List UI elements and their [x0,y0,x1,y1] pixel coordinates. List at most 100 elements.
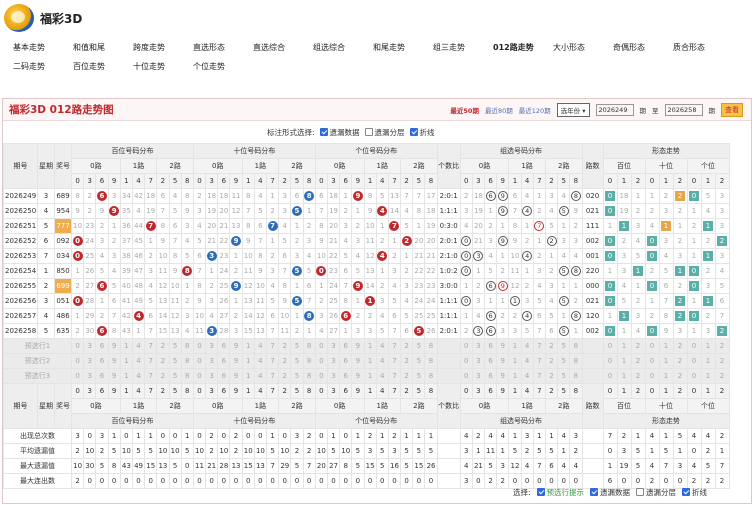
nav-item[interactable]: 和尾走势 [373,42,433,61]
stat-value: 4 [520,458,534,474]
form-marker: 0 [605,296,615,306]
missing-value: 23 [424,278,438,294]
option-missing-data[interactable]: 遗漏数据 [319,127,360,138]
nav-item[interactable]: 质合形态 [673,42,733,61]
preselect-digit: 0 [314,368,328,384]
stat-value: 2 [205,443,219,459]
option-label: 折线 [419,128,435,137]
preselect-digit: 7 [265,338,280,354]
col-lushu: 路数 [581,143,604,189]
ratio-cell: 0:3:0 [436,218,461,234]
missing-value: 1 [557,278,571,294]
checkbox-icon[interactable] [636,488,645,496]
form-marker: 1 [633,266,643,276]
checkbox-icon[interactable] [409,128,418,136]
missing-value: 2 [265,248,280,264]
cell: 5 [290,203,304,219]
digit-header: 3 [83,383,97,399]
nav-item[interactable]: 百位走势 [73,61,133,80]
stat-value: 1 [496,443,510,459]
nav-item[interactable]: 奇偶形态 [613,42,673,61]
nav-item[interactable]: 大小形态 [553,42,613,61]
stat-value: 28 [217,458,231,474]
checkbox-icon[interactable] [590,488,599,496]
missing-value: 22 [412,263,426,279]
digit-header: 0 [459,173,473,189]
missing-value: 1 [471,263,486,279]
road-label: 0路 [192,398,243,414]
stat-value: 0 [168,473,182,489]
range-recent-50[interactable]: 最近50期 [450,105,479,115]
footer-option-preselect[interactable]: 预选行提示 [536,487,584,498]
nav-item[interactable]: 和值和尾 [73,42,133,61]
range-recent-120[interactable]: 最近120期 [519,105,551,115]
week-cell: 4 [37,308,55,324]
missing-value: 2 [532,203,546,219]
missing-value: 12 [229,203,243,219]
drawn-ball: 4 [377,251,388,261]
stat-value: 4 [496,428,510,444]
range-recent-80[interactable]: 最近80期 [485,105,513,115]
cell: 0 [459,248,473,264]
nav-item[interactable]: 跨度走势 [133,42,193,61]
drawn-ball: 6 [96,281,107,291]
preselect-digit: 7 [144,338,158,354]
stat-value: 3 [95,428,109,444]
preselect-digit: 6 [339,338,353,354]
group-xingtai: 形态走势 [602,413,730,429]
winning-number: 635 [54,323,72,339]
checkbox-icon[interactable] [319,128,328,136]
stat-value: 0 [205,473,219,489]
option-polyline[interactable]: 折线 [409,127,435,138]
form-marker: 0 [605,236,615,246]
winning-number: 954 [54,203,72,219]
to-issue-input[interactable]: 2026258 [664,104,703,116]
nav-item[interactable]: 直选综合 [253,42,313,61]
from-issue-input[interactable]: 2026249 [595,104,634,116]
option-missing-layers[interactable]: 遗漏分层 [364,127,405,138]
nav-item[interactable]: 直选形态 [193,42,253,61]
checkbox-icon[interactable] [536,488,545,496]
preselect-digit: 6 [483,338,498,354]
stat-value: 0 [180,473,194,489]
nav-item[interactable]: 组三走势 [433,42,493,61]
stat-value: 0 [326,473,341,489]
footer-option-missing-data[interactable]: 遗漏数据 [590,487,630,498]
missing-value: 15 [156,323,170,339]
missing-value: 2 [616,233,632,249]
nav-item[interactable]: 个位走势 [193,61,253,80]
stat-value: 43 [119,458,133,474]
checkbox-icon[interactable] [682,488,691,496]
ratio-cell: 2:0:1 [436,233,461,249]
query-button[interactable]: 查看 [721,103,743,117]
year-select[interactable]: 选年份 ▾ [556,103,590,117]
missing-value: 4 [278,218,292,234]
winning-number: 777 [54,218,72,234]
missing-value: 7 [107,308,121,324]
missing-value: 27 [217,308,231,324]
footer-option-missing-layers[interactable]: 遗漏分层 [636,487,676,498]
cell: 9 [496,233,510,249]
digit-header: 7 [144,383,158,399]
missing-value: 12 [508,278,522,294]
preselect-blank [581,338,604,354]
nav-item[interactable]: 组选综合 [313,42,373,61]
preselect-digit: 0 [314,338,328,354]
missing-value: 19 [616,203,632,219]
nav-item[interactable]: 二码走势 [13,61,73,80]
preselect-digit: 1 [700,338,716,354]
footer-option-polyline[interactable]: 折线 [682,487,707,498]
checkbox-icon[interactable] [364,128,373,136]
missing-value: 3 [520,293,534,309]
nav-item[interactable]: 基本走势 [13,42,73,61]
stat-value: 3 [672,458,688,474]
nav-item[interactable]: 012路走势 [493,42,553,61]
group-hit-ring: 9 [497,281,508,291]
missing-value: 7 [253,233,268,249]
form-marker: 1 [661,221,671,231]
nav-item[interactable]: 十位走势 [133,61,193,80]
stat-value: 1 [532,428,546,444]
missing-value: 19 [326,203,341,219]
preselect-digit: 2 [714,353,730,369]
missing-value: 6 [544,323,559,339]
